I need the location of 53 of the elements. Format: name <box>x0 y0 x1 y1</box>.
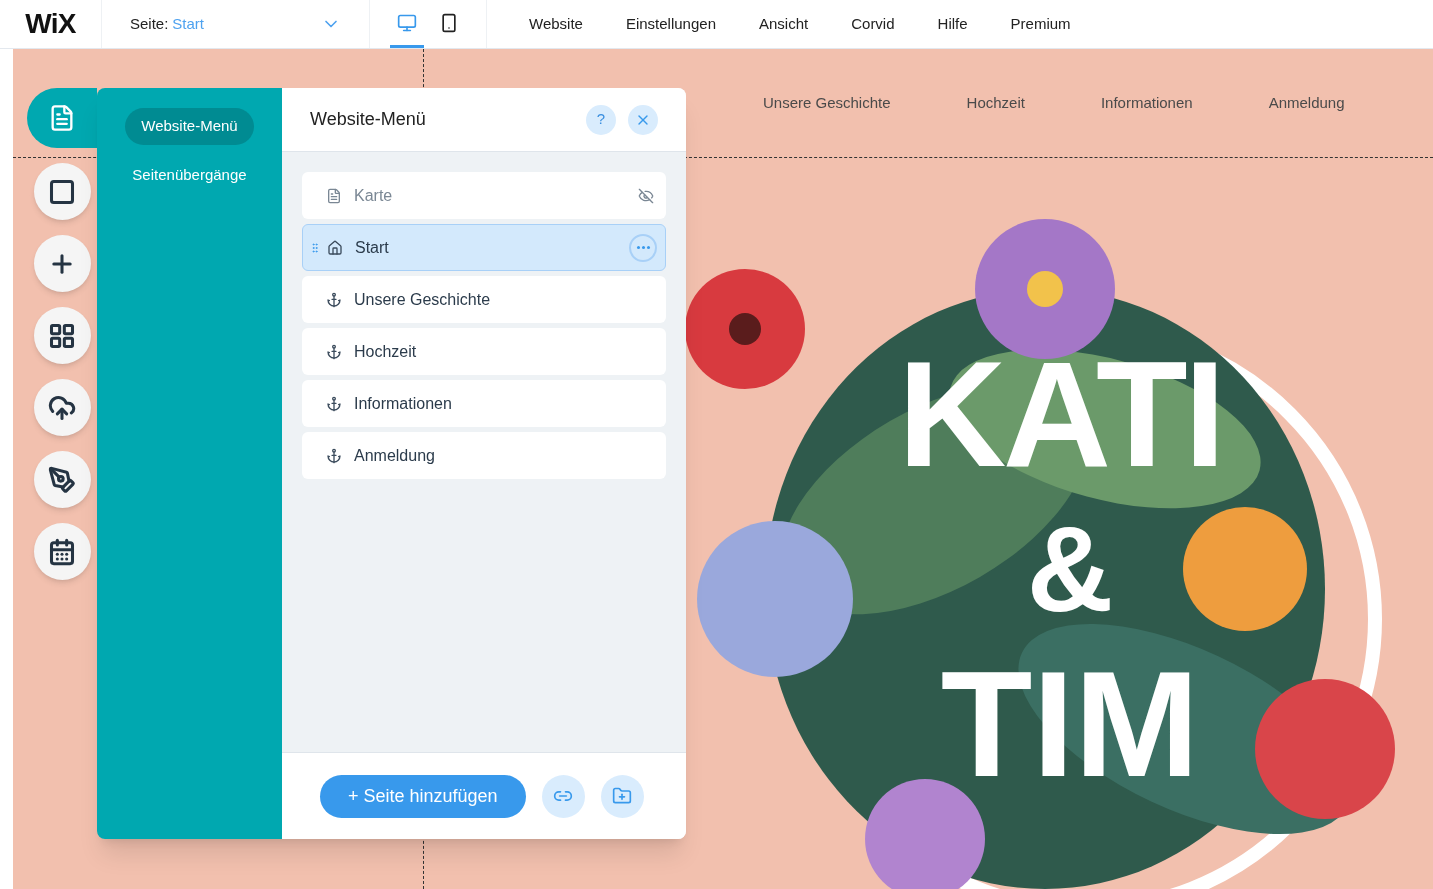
menu-item[interactable]: Hilfe <box>937 12 968 36</box>
site-nav-link[interactable]: Anmeldung <box>1268 91 1345 115</box>
cloud-upload-icon <box>48 393 76 422</box>
site-nav-link[interactable]: Informationen <box>1100 91 1193 115</box>
logo[interactable]: WiX <box>25 3 76 45</box>
blog-tool-button[interactable] <box>33 451 91 508</box>
hero-title: & <box>1026 509 1114 629</box>
page-item[interactable]: Unsere Geschichte <box>302 276 666 323</box>
page-item[interactable]: Karte <box>302 172 666 219</box>
drag-handle-icon[interactable] <box>309 241 321 254</box>
page-item[interactable]: Informationen <box>302 380 666 427</box>
menu-item[interactable]: Website <box>529 12 583 36</box>
apps-tool-button[interactable] <box>33 307 91 364</box>
page-name: Start <box>355 237 390 258</box>
hidden-icon <box>638 187 654 204</box>
page-name: Hochzeit <box>354 341 418 362</box>
page-item[interactable]: Anmeldung <box>302 432 666 479</box>
add-tool-button[interactable] <box>33 235 91 292</box>
site-nav-link[interactable]: Hochzeit <box>966 91 1025 115</box>
square-icon <box>48 177 76 206</box>
hero-title: KATI <box>898 339 1222 489</box>
upload-tool-button[interactable] <box>33 379 91 436</box>
panel-tab[interactable]: Website-Menü <box>125 108 254 145</box>
anchor-icon <box>326 447 342 464</box>
page-item[interactable]: Start <box>302 224 666 271</box>
more-icon <box>636 246 650 249</box>
pen-nib-icon <box>48 465 76 494</box>
grid-icon <box>48 321 76 350</box>
calendar-icon <box>48 537 76 566</box>
bookings-tool-button[interactable] <box>33 523 91 580</box>
page-icon <box>326 187 342 204</box>
hero-title: TIM <box>940 649 1200 799</box>
page-selector[interactable]: Seite: Start <box>102 0 370 48</box>
menu-item[interactable]: Einstellungen <box>625 12 716 36</box>
menu-item[interactable]: Corvid <box>851 12 895 36</box>
menu-item[interactable]: Premium <box>1010 12 1071 36</box>
page-name: Informationen <box>354 393 453 414</box>
anchor-icon <box>326 291 342 308</box>
anchor-icon <box>326 395 342 412</box>
folder-plus-icon <box>612 786 633 806</box>
phone-icon <box>439 12 459 33</box>
anchor-icon <box>326 343 342 360</box>
monitor-icon <box>397 12 417 33</box>
pages-tool-button[interactable] <box>27 88 97 148</box>
page-name: Karte <box>354 185 394 206</box>
home-icon <box>327 239 343 256</box>
page-item[interactable]: Hochzeit <box>302 328 666 375</box>
site-nav-link[interactable]: Unsere Geschichte <box>763 91 891 115</box>
menu-item[interactable]: Ansicht <box>759 12 809 36</box>
panel-title: Website-Menü <box>310 108 426 131</box>
page-name: Unsere Geschichte <box>354 289 492 310</box>
background-tool-button[interactable] <box>33 163 91 220</box>
page-name: Anmeldung <box>354 445 436 466</box>
